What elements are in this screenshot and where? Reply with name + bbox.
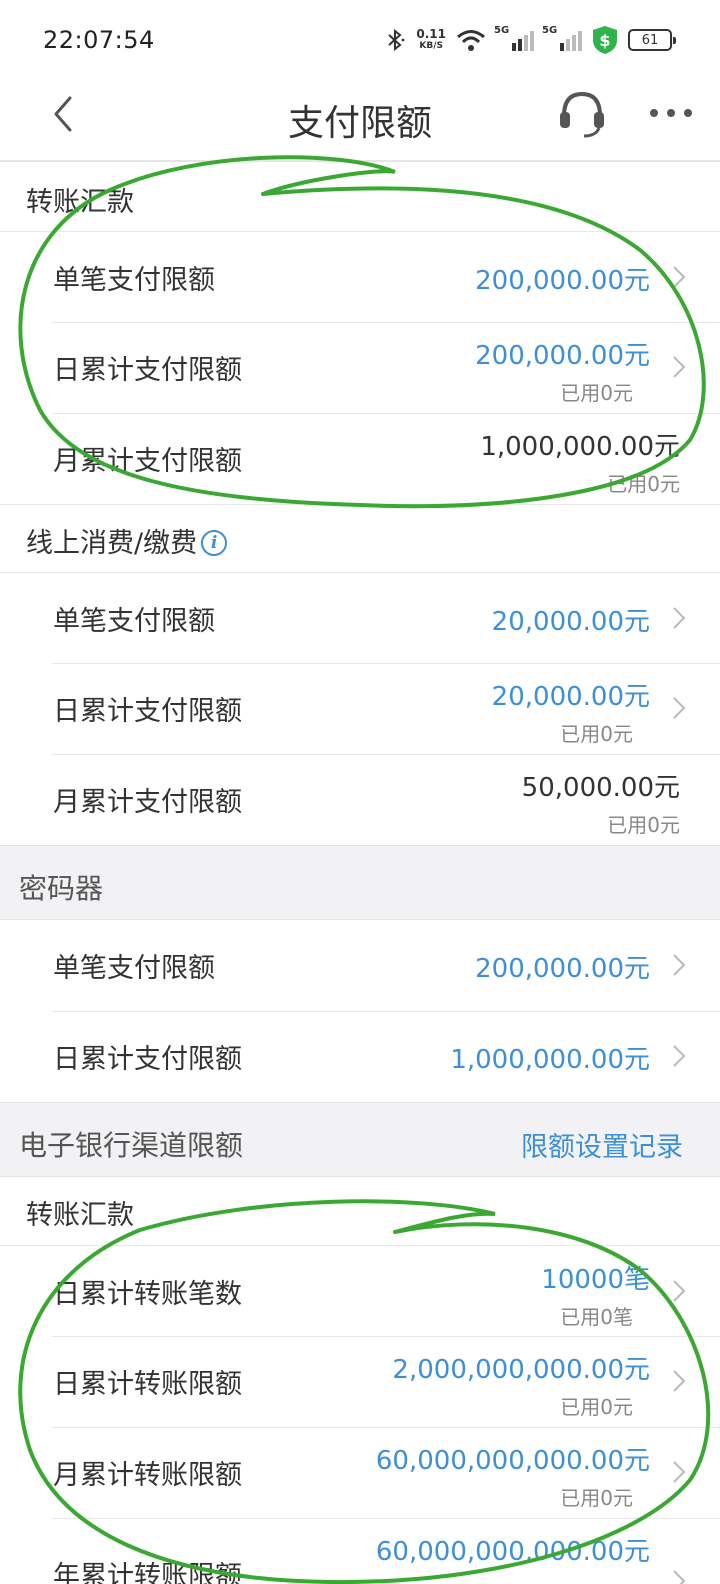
online-monthly-limit-row: 月累计支付限额 50,000.00元 已用0元 xyxy=(0,754,720,845)
row-used: 已用0元 xyxy=(560,1395,633,1419)
online-daily-limit-row[interactable]: 日累计支付限额 20,000.00元 已用0元 xyxy=(0,663,720,754)
row-label: 日累计支付限额 xyxy=(53,1044,242,1075)
bluetooth-icon xyxy=(388,28,405,52)
row-label: 日累计转账笔数 xyxy=(53,1279,242,1310)
row-value: 60,000,000,000.00元 xyxy=(375,1537,650,1567)
chevron-right-icon xyxy=(673,607,686,629)
transfer-monthly-limit-row: 月累计支付限额 1,000,000.00元 已用0元 xyxy=(0,413,720,504)
section-title: 线上消费/缴费 xyxy=(26,528,198,559)
chevron-right-icon xyxy=(673,1370,686,1392)
status-time: 22:07:54 xyxy=(43,26,155,54)
section-header-ebank-transfer: 转账汇款 xyxy=(0,1177,720,1245)
row-label: 日累计支付限额 xyxy=(53,355,242,386)
row-label: 日累计转账限额 xyxy=(53,1369,242,1400)
row-value: 60,000,000,000.00元 xyxy=(375,1446,650,1476)
net-speed-value: 0.11 xyxy=(416,27,446,41)
online-single-limit-row[interactable]: 单笔支付限额 20,000.00元 xyxy=(0,572,720,663)
row-value: 50,000.00元 xyxy=(521,773,680,803)
row-used: 已用0元 xyxy=(560,381,633,405)
limit-settings-record-link[interactable]: 限额设置记录 xyxy=(521,1125,683,1164)
row-value: 20,000.00元 xyxy=(491,607,650,637)
group-title: 密码器 xyxy=(19,872,104,905)
transfer-daily-limit-row[interactable]: 日累计支付限额 200,000.00元 已用0元 xyxy=(0,322,720,413)
row-value: 1,000,000.00元 xyxy=(450,1045,650,1075)
row-value: 2,000,000,000.00元 xyxy=(392,1355,650,1385)
section-header-transfer: 转账汇款 xyxy=(0,164,720,232)
status-bar: 22:07:54 0.11 KB/S 5G 5G $ 61 xyxy=(0,0,720,80)
chevron-right-icon xyxy=(673,954,686,976)
row-used: 已用0元 xyxy=(607,813,680,837)
row-label: 单笔支付限额 xyxy=(53,606,215,637)
row-used: 已用0元 xyxy=(560,722,633,746)
row-used: 已用0元 xyxy=(560,1486,633,1510)
ebank-daily-amount-row[interactable]: 日累计转账限额 2,000,000,000.00元 已用0元 xyxy=(0,1336,720,1427)
row-value: 10000笔 xyxy=(541,1265,650,1295)
back-button[interactable] xyxy=(46,94,86,134)
section-title: 转账汇款 xyxy=(26,187,134,218)
row-value: 200,000.00元 xyxy=(475,266,650,296)
nav-bar: 支付限额 xyxy=(0,80,720,162)
row-label: 月累计转账限额 xyxy=(53,1460,242,1491)
svg-text:$: $ xyxy=(599,31,610,50)
ebank-daily-count-row[interactable]: 日累计转账笔数 10000笔 已用0笔 xyxy=(0,1245,720,1336)
group-header-ebank: 电子银行渠道限额 限额设置记录 xyxy=(0,1102,720,1177)
row-label: 单笔支付限额 xyxy=(53,265,215,296)
row-label: 单笔支付限额 xyxy=(53,953,215,984)
chevron-right-icon xyxy=(673,1045,686,1067)
row-label: 年累计转账限额 xyxy=(53,1561,242,1584)
more-icon[interactable] xyxy=(646,98,696,128)
group-header-token: 密码器 xyxy=(0,845,720,920)
status-icons: 0.11 KB/S 5G 5G $ 61 xyxy=(384,24,676,56)
wifi-icon xyxy=(457,30,485,51)
net-speed-unit: KB/S xyxy=(419,41,443,51)
chevron-right-icon xyxy=(673,697,686,719)
section-header-online: 线上消费/缴费 i xyxy=(0,504,720,572)
row-used: 已用0元 xyxy=(607,472,680,496)
row-value: 200,000.00元 xyxy=(475,954,650,984)
group-title: 电子银行渠道限额 xyxy=(19,1129,244,1162)
row-label: 月累计支付限额 xyxy=(53,446,242,477)
token-single-limit-row[interactable]: 单笔支付限额 200,000.00元 xyxy=(0,920,720,1011)
chevron-right-icon xyxy=(673,1280,686,1302)
page-title: 支付限额 xyxy=(287,103,432,144)
row-value: 1,000,000.00元 xyxy=(480,432,680,462)
customer-service-icon[interactable] xyxy=(554,86,610,142)
signal-icon-2: 5G xyxy=(542,25,582,51)
row-used: 已用0笔 xyxy=(560,1305,633,1329)
transfer-single-limit-row[interactable]: 单笔支付限额 200,000.00元 xyxy=(0,231,720,322)
section-title: 转账汇款 xyxy=(26,1200,134,1231)
ebank-yearly-amount-row[interactable]: 年累计转账限额 60,000,000,000.00元 xyxy=(0,1518,720,1584)
row-label: 日累计支付限额 xyxy=(53,696,242,727)
row-value: 200,000.00元 xyxy=(475,341,650,371)
chevron-right-icon xyxy=(673,266,686,288)
chevron-right-icon xyxy=(673,1570,686,1584)
signal-icon-1: 5G xyxy=(494,25,534,51)
ebank-monthly-amount-row[interactable]: 月累计转账限额 60,000,000,000.00元 已用0元 xyxy=(0,1427,720,1518)
token-daily-limit-row[interactable]: 日累计支付限额 1,000,000.00元 xyxy=(0,1011,720,1102)
chevron-right-icon xyxy=(673,356,686,378)
row-label: 月累计支付限额 xyxy=(53,787,242,818)
security-shield-icon: $ xyxy=(593,26,617,54)
battery-icon: 61 xyxy=(628,29,676,51)
chevron-right-icon xyxy=(673,1461,686,1483)
row-value: 20,000.00元 xyxy=(491,682,650,712)
info-icon[interactable]: i xyxy=(201,529,228,556)
net-speed: 0.11 KB/S xyxy=(416,28,446,52)
